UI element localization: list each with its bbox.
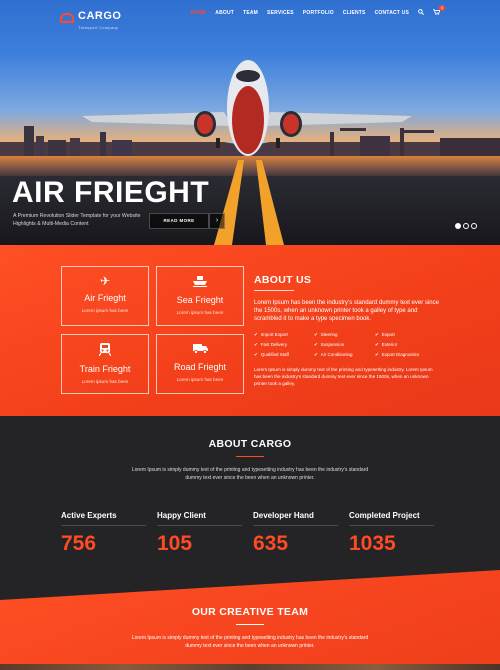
- nav-item-contact[interactable]: CONTACT US: [375, 10, 409, 16]
- feature-item: Steering: [314, 332, 338, 338]
- service-desc: Lorem ipsum has been: [176, 310, 224, 315]
- brand-logo[interactable]: CARGO Transport Company: [60, 6, 121, 30]
- service-desc: Lorem ipsum has been: [81, 308, 129, 313]
- plane-icon: ✈: [99, 274, 111, 288]
- feature-item: Air Conditioning: [314, 352, 353, 358]
- feature-item: Import Export: [254, 332, 288, 338]
- service-card-air[interactable]: ✈ Air Frieght Lorem ipsum has been: [61, 266, 149, 326]
- service-card-train[interactable]: Train Frieght Lorem ipsum has been: [61, 334, 149, 394]
- stat-divider: [157, 525, 242, 526]
- heading-underline: [254, 290, 294, 291]
- team-heading: OUR CREATIVE TEAM: [191, 606, 309, 618]
- stat-label-projects: Completed Project: [349, 511, 420, 520]
- search-icon[interactable]: [418, 9, 425, 17]
- team-text: Lorem Ipsum is simply dummy text of the …: [131, 635, 369, 649]
- service-card-sea[interactable]: Sea Frieght Lorem ipsum has been: [156, 266, 244, 326]
- slider-dot-2[interactable]: [463, 223, 469, 229]
- nav-item-home[interactable]: HOME: [190, 10, 206, 16]
- service-desc: Lorem ipsum has been: [176, 377, 224, 382]
- about-us-heading: ABOUT US: [254, 274, 312, 286]
- team-section: [0, 570, 500, 670]
- feature-item: Qualified Staff: [254, 352, 289, 358]
- stat-divider: [61, 525, 146, 526]
- hero-slider: CARGO Transport Company HOME ABOUT TEAM …: [0, 0, 500, 245]
- service-title: Road Frieght: [173, 362, 227, 372]
- train-icon: [62, 343, 148, 358]
- brand-tagline: Transport Company: [78, 25, 119, 30]
- slider-dot-1[interactable]: [455, 223, 461, 229]
- feature-item: Export: [375, 332, 395, 338]
- top-navbar: CARGO Transport Company HOME ABOUT TEAM …: [0, 0, 500, 30]
- nav-item-clients[interactable]: CLIENTS: [343, 10, 366, 16]
- about-us-text: Lorem Ipsum has been the industry's stan…: [254, 300, 439, 322]
- hero-subtitle: A Premium Revolution Slider Template for…: [13, 213, 141, 227]
- feature-item: Fast Delivery: [254, 342, 287, 348]
- stat-value-developers: 635: [253, 532, 289, 555]
- service-title: Train Frieght: [79, 364, 131, 374]
- cart-count-badge: 0: [439, 5, 445, 11]
- feature-item: Exterior: [375, 342, 398, 348]
- nav-item-services[interactable]: SERVICES: [267, 10, 294, 16]
- stat-divider: [253, 525, 338, 526]
- service-title: Sea Frieght: [176, 295, 224, 305]
- stat-label-experts: Active Experts: [61, 511, 117, 520]
- nav-item-portfolio[interactable]: PORTFOLIO: [303, 10, 334, 16]
- stat-label-clients: Happy Client: [157, 511, 206, 520]
- ship-icon: [157, 275, 243, 289]
- service-title: Air Frieght: [84, 293, 126, 303]
- about-cargo-text: Lorem Ipsum is simply dummy text of the …: [131, 467, 369, 481]
- diagonal-divider: [0, 570, 500, 600]
- nav-item-about[interactable]: ABOUT: [215, 10, 234, 16]
- stat-value-experts: 756: [61, 532, 97, 555]
- heading-underline: [236, 456, 264, 457]
- stat-value-projects: 1035: [349, 532, 396, 555]
- service-card-road[interactable]: Road Frieght Lorem ipsum has been: [156, 334, 244, 394]
- stat-value-clients: 105: [157, 532, 193, 555]
- service-desc: Lorem ipsum has been: [81, 379, 129, 384]
- hero-title: AIR FRIEGHT: [12, 176, 210, 209]
- feature-item: Export Diagnostics: [375, 352, 420, 358]
- read-more-button[interactable]: READ MORE: [149, 213, 209, 229]
- nav-item-team[interactable]: TEAM: [243, 10, 258, 16]
- slider-dots: [455, 223, 479, 229]
- truck-icon: [157, 343, 243, 356]
- team-photo-strip: [0, 664, 500, 670]
- feature-item: Suspension: [314, 342, 345, 348]
- truck-logo-icon: [60, 13, 74, 23]
- stat-divider: [349, 525, 434, 526]
- cart-icon[interactable]: 0: [433, 5, 445, 17]
- about-cargo-heading: ABOUT CARGO: [208, 438, 292, 450]
- next-arrow-button[interactable]: ›: [209, 213, 225, 229]
- heading-underline: [236, 624, 264, 625]
- airplane-image: [82, 60, 412, 156]
- slider-dot-3[interactable]: [471, 223, 477, 229]
- main-menu: HOME ABOUT TEAM SERVICES PORTFOLIO CLIEN…: [181, 5, 445, 17]
- stat-label-developers: Developer Hand: [253, 511, 314, 520]
- about-us-text-secondary: Lorem Ipsum is simply dummy text of the …: [254, 367, 433, 386]
- brand-name: CARGO: [78, 10, 122, 22]
